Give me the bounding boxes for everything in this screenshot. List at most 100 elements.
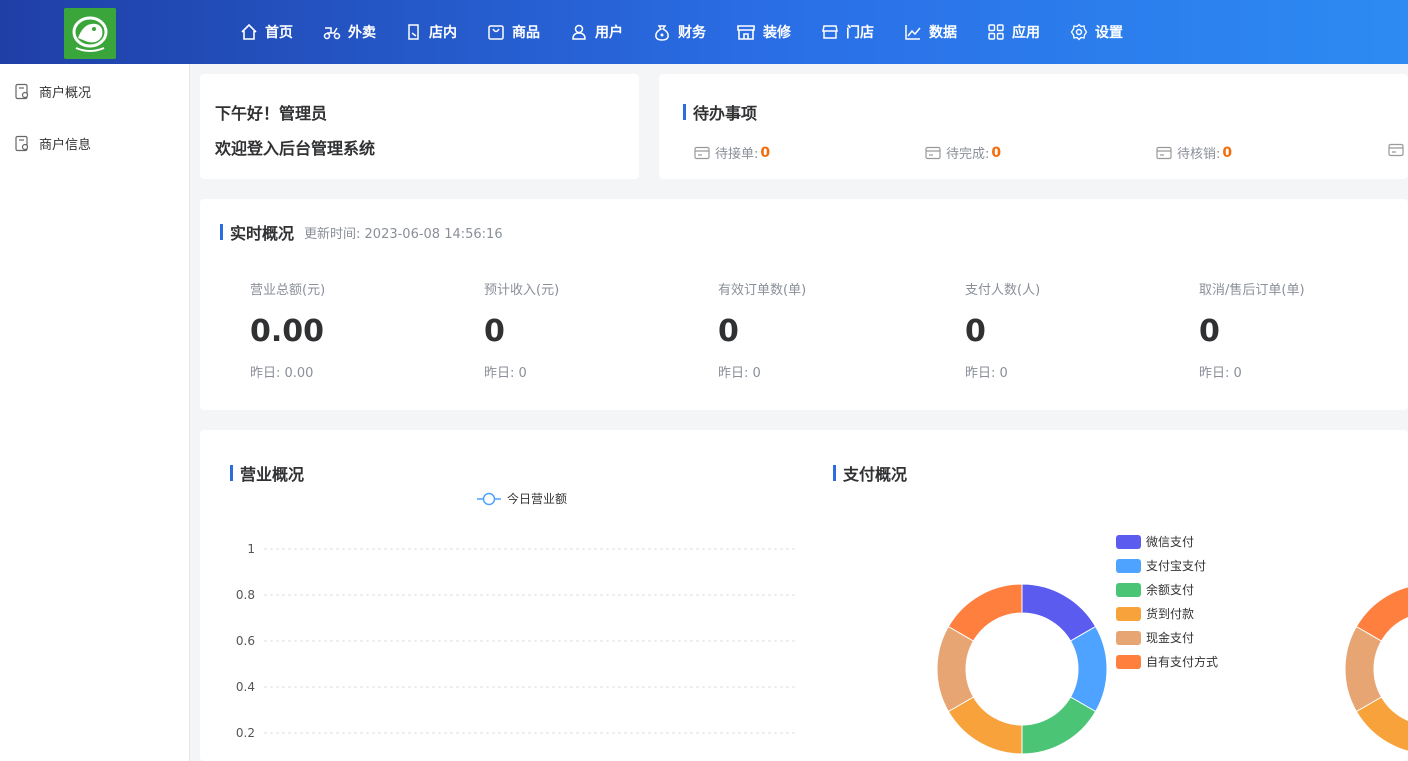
welcome-card: 下午好！管理员 欢迎登入后台管理系统: [200, 74, 639, 179]
nav-item-stores[interactable]: 门店: [821, 0, 874, 64]
scooter-icon: [323, 27, 341, 40]
stat-yesterday: 昨日: 0: [1199, 366, 1242, 381]
donut-slice: [1021, 696, 1097, 755]
nav-label: 首页: [265, 25, 293, 41]
home-icon: [241, 23, 257, 40]
merchant-overview-icon: [15, 83, 29, 100]
nav-item-goods[interactable]: 商品: [487, 0, 540, 64]
y-tick-label: 1: [247, 542, 255, 556]
donut-slice: [936, 625, 975, 713]
y-tick-label: 0.4: [236, 680, 255, 694]
nav-label: 门店: [846, 25, 874, 41]
storefront-icon: [822, 25, 838, 39]
apps-icon: [988, 24, 1004, 40]
legend-label: 今日营业额: [507, 491, 567, 506]
legend-item[interactable]: 今日营业额: [477, 491, 567, 506]
legend-label: 现金支付: [1146, 630, 1194, 645]
todo-card: 待办事项 待接单: 0 待完成: 0 待核销: 0: [659, 74, 1408, 179]
sidebar-item-merchant-overview[interactable]: 商户概况: [14, 82, 91, 101]
nav-label: 装修: [763, 25, 791, 41]
legend-item[interactable]: 余额支付: [1116, 582, 1194, 597]
shop-decor-icon: [737, 25, 755, 40]
todo-card-icon: [1388, 143, 1404, 157]
stat-label: 取消/售后订单(单): [1199, 283, 1305, 298]
legend-item[interactable]: 微信支付: [1116, 535, 1194, 549]
stat-value: 0.00: [250, 314, 325, 349]
nav-label: 商品: [512, 25, 540, 41]
todo-item-pending-verify[interactable]: 待核销: 0: [1156, 143, 1232, 162]
nav-item-data[interactable]: 数据: [904, 0, 957, 64]
stat-label: 支付人数(人): [965, 283, 1041, 298]
y-tick-label: 0.6: [236, 634, 255, 648]
gear-icon: [1070, 23, 1088, 41]
nav-item-finance[interactable]: 财务: [653, 0, 706, 64]
stat-cancelled-orders: 取消/售后订单(单) 0 昨日: 0: [1199, 279, 1305, 381]
money-bag-icon: [655, 25, 669, 41]
stat-value: 0: [484, 314, 505, 349]
stat-yesterday: 昨日: 0: [484, 366, 527, 381]
todo-label: 待接单:: [715, 147, 759, 162]
nav-item-takeout[interactable]: 外卖: [323, 0, 376, 64]
stat-yesterday: 昨日: 0: [718, 366, 761, 381]
todo-value: 0: [991, 144, 1002, 161]
stat-label: 预计收入(元): [484, 283, 560, 298]
nav-label: 用户: [595, 25, 623, 41]
nav-item-home[interactable]: 首页: [240, 0, 293, 64]
nav-item-decoration[interactable]: 装修: [736, 0, 791, 64]
sidebar-item-label: 商户信息: [39, 138, 92, 153]
todo-item-pending-accept[interactable]: 待接单: 0: [694, 143, 770, 162]
stat-yesterday: 昨日: 0: [965, 366, 1008, 381]
todo-card-icon: [694, 146, 710, 159]
legend-label: 货到付款: [1146, 606, 1194, 621]
realtime-title: 实时概况 更新时间: 2023-06-08 14:56:16: [220, 220, 503, 244]
todo-label: 待完成:: [946, 147, 990, 162]
nav-item-settings[interactable]: 设置: [1070, 0, 1123, 64]
welcome-text: 欢迎登入后台管理系统: [215, 139, 376, 158]
stat-paying-users: 支付人数(人) 0 昨日: 0: [965, 279, 1040, 381]
nav-item-apps[interactable]: 应用: [987, 0, 1040, 64]
legend-swatch: [1116, 583, 1141, 597]
todo-item-pending-complete[interactable]: 待完成: 0: [925, 143, 1001, 162]
y-tick-label: 0.8: [236, 588, 255, 602]
legend-label: 支付宝支付: [1146, 559, 1206, 573]
nav-label: 店内: [429, 25, 457, 41]
brand-logo[interactable]: [64, 8, 116, 59]
todo-title: 待办事项: [683, 100, 757, 124]
legend-item[interactable]: 支付宝支付: [1116, 559, 1206, 573]
nav-item-dine-in[interactable]: 店内: [406, 0, 457, 64]
todo-card-icon: [1156, 146, 1172, 159]
legend-swatch: [1116, 559, 1141, 573]
stat-yesterday: 昨日: 0.00: [250, 366, 314, 381]
todo-value: 0: [1222, 144, 1233, 161]
greeting-text: 下午好！管理员: [215, 104, 328, 123]
legend-label: 余额支付: [1146, 582, 1194, 597]
legend-marker: [482, 492, 496, 506]
stat-valid-orders: 有效订单数(单) 0 昨日: 0: [718, 279, 806, 381]
stat-expected-income: 预计收入(元) 0 昨日: 0: [484, 279, 559, 381]
legend-item[interactable]: 现金支付: [1116, 630, 1194, 645]
legend-item[interactable]: 自有支付方式: [1116, 654, 1218, 669]
legend-swatch: [1116, 655, 1141, 669]
nav-label: 数据: [929, 25, 957, 41]
nav-label: 外卖: [348, 25, 376, 41]
user-icon: [572, 24, 586, 40]
stat-label: 有效订单数(单): [718, 283, 807, 298]
donut-2-slice: [1344, 625, 1383, 713]
payment-donut-chart: 微信支付支付宝支付余额支付货到付款现金支付自有支付方式: [936, 535, 1408, 755]
charts-card: 营业概况 支付概况 今日营业额 1 0.8 0.6 0.4 0.2 微信支付 支付宝支付 余额…: [200, 430, 1408, 761]
donut-slice: [1069, 625, 1108, 713]
legend-swatch: [1116, 535, 1141, 549]
stat-value: 0: [1199, 314, 1220, 349]
merchant-info-icon: [15, 135, 29, 152]
nav-label: 财务: [678, 25, 706, 41]
todo-card-icon: [925, 146, 941, 159]
legend-item[interactable]: 货到付款: [1116, 606, 1194, 621]
nav-item-users[interactable]: 用户: [570, 0, 623, 64]
realtime-overview-card: 实时概况 更新时间: 2023-06-08 14:56:16 营业总额(元) 0…: [200, 199, 1408, 410]
top-navbar: 首页 外卖 店内 商品 用户 财务 装修 门店 数据 应用 设置: [0, 0, 1408, 64]
stat-total-revenue: 营业总额(元) 0.00 昨日: 0.00: [250, 279, 325, 381]
stat-value: 0: [965, 314, 986, 349]
sidebar-item-label: 商户概况: [39, 86, 92, 101]
todo-item-partial[interactable]: [1388, 143, 1408, 157]
sidebar-item-merchant-info[interactable]: 商户信息: [14, 134, 91, 153]
